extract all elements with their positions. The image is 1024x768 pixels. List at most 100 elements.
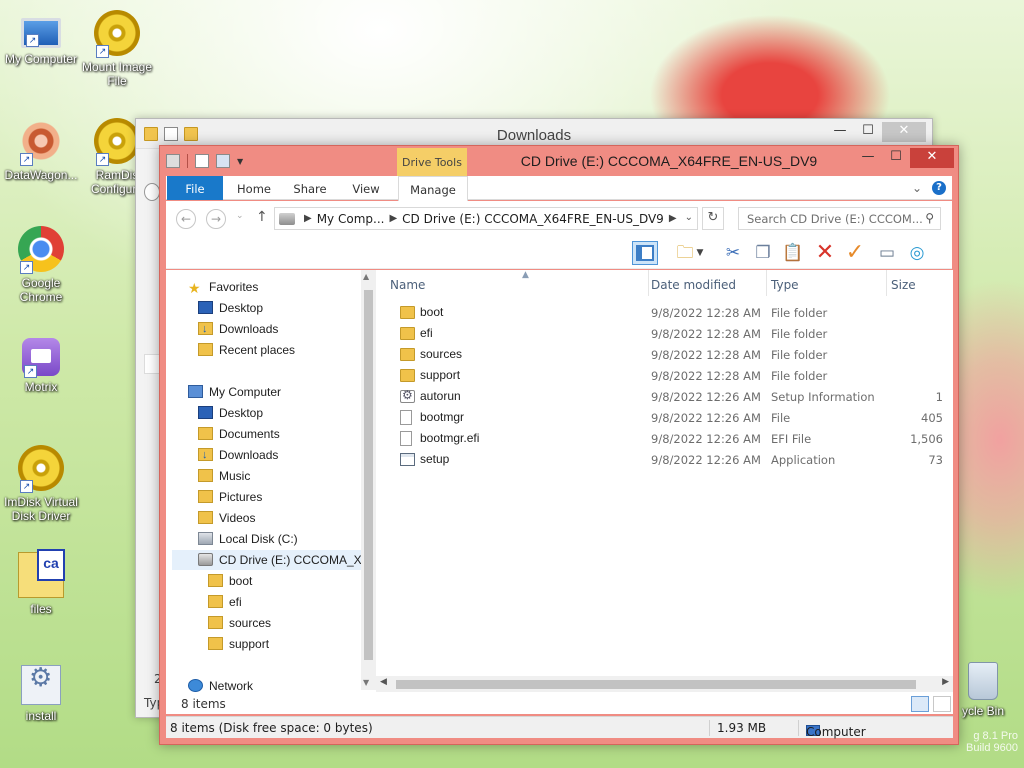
column-divider[interactable] [648, 270, 649, 296]
large-icons-view-button[interactable] [933, 696, 951, 712]
column-header-name[interactable]: Name [390, 278, 425, 296]
nav-downloads[interactable]: Downloads [198, 445, 278, 465]
customize-dropdown-icon[interactable]: ▼ [237, 157, 243, 166]
scroll-down-icon[interactable]: ▼ [363, 678, 369, 687]
desktop-icon-my-computer[interactable]: ↗ My Computer [0, 10, 82, 66]
column-header-size[interactable]: Size [891, 278, 916, 296]
breadcrumb-my-computer[interactable]: My Comp... [317, 212, 385, 226]
desktop-icon-motrix[interactable]: ↗ Motrix [0, 338, 82, 394]
check-button[interactable]: ✓ [842, 241, 868, 265]
nav-music[interactable]: Music [198, 466, 250, 486]
up-button[interactable]: ↑ [256, 209, 268, 225]
delete-button[interactable]: ✕ [812, 241, 838, 265]
nav-fav-downloads[interactable]: Downloads [198, 319, 278, 339]
chevron-right-icon[interactable]: ▶ [389, 213, 397, 224]
nav-fav-desktop[interactable]: Desktop [198, 298, 263, 318]
copy-button[interactable]: ❐ [750, 241, 776, 265]
desktop-icon-install[interactable]: install [0, 665, 82, 723]
column-divider[interactable] [766, 270, 767, 296]
scroll-up-icon[interactable]: ▲ [363, 272, 369, 281]
tab-share[interactable]: Share [286, 176, 334, 200]
nav-cd-sources[interactable]: sources [208, 613, 271, 633]
breadcrumb-cd-drive[interactable]: CD Drive (E:) CCCOMA_X64FRE_EN-US_DV9 [402, 212, 664, 226]
cd-drive-window[interactable]: ▼ Drive Tools CD Drive (E:) CCCOMA_X64FR… [159, 145, 959, 745]
horizontal-scrollbar[interactable]: ◀ ▶ [376, 676, 953, 692]
nav-videos[interactable]: Videos [198, 508, 255, 528]
scrollbar-thumb[interactable] [396, 680, 916, 689]
new-folder-icon[interactable] [216, 154, 230, 168]
address-bar[interactable]: ▶ My Comp... ▶ CD Drive (E:) CCCOMA_X64F… [274, 207, 698, 230]
help-icon[interactable]: ? [932, 181, 946, 195]
desktop-icon-label: install [25, 709, 57, 723]
address-dropdown-icon[interactable]: ⌄ [685, 212, 693, 223]
close-button[interactable]: ✕ [910, 148, 954, 168]
paste-button[interactable]: 📋 [780, 241, 806, 265]
share-button[interactable]: ◎ [904, 241, 930, 265]
desktop-icon-mount-image-file[interactable]: ↗ Mount Image File [76, 10, 158, 88]
computer-icon [188, 385, 203, 398]
column-header-date-modified[interactable]: Date modified [651, 278, 736, 296]
desktop-icon-files[interactable]: files [0, 549, 82, 616]
nav-fav-recent-places[interactable]: Recent places [198, 340, 295, 360]
cut-button[interactable]: ✂ [720, 241, 746, 265]
nav-documents[interactable]: Documents [198, 424, 280, 444]
desktop-icon-datawagon[interactable]: ↗ DataWagon... [0, 118, 82, 182]
minimize-button[interactable]: — [854, 148, 882, 168]
nav-cd-support[interactable]: support [208, 634, 269, 654]
recent-locations-icon[interactable]: ⌄ [236, 211, 244, 221]
desktop-icon-imdisk[interactable]: ↗ ImDisk Virtual Disk Driver [0, 445, 82, 523]
forward-button[interactable]: → [206, 209, 226, 229]
maximize-button[interactable]: ☐ [854, 122, 882, 142]
nav-cd-drive[interactable]: CD Drive (E:) CCCOMA_X64 [172, 550, 375, 570]
nav-desktop[interactable]: Desktop [198, 403, 263, 423]
title-bar[interactable]: ▼ Drive Tools CD Drive (E:) CCCOMA_X64FR… [160, 146, 958, 176]
scrollbar-thumb[interactable] [364, 290, 373, 660]
close-button[interactable]: ✕ [882, 122, 926, 142]
file-row[interactable]: setup 9/8/2022 12:26 AM Application 73 [376, 449, 953, 470]
expand-ribbon-icon[interactable]: ⌄ [912, 181, 922, 195]
rename-button[interactable]: ▭ [874, 241, 900, 265]
scroll-right-icon[interactable]: ▶ [942, 677, 949, 687]
file-row[interactable]: boot 9/8/2022 12:28 AM File folder [376, 302, 953, 323]
nav-pane-scrollbar[interactable]: ▲ ▼ [361, 270, 376, 690]
chevron-right-icon[interactable]: ▶ [669, 213, 677, 224]
search-icon[interactable]: ⚲ [925, 211, 934, 225]
back-button[interactable] [144, 183, 160, 201]
items-bar: 8 items [166, 694, 953, 714]
minimize-button[interactable]: — [826, 122, 854, 142]
tab-manage[interactable]: Manage [398, 176, 468, 201]
column-divider[interactable] [886, 270, 887, 296]
nav-cd-boot[interactable]: boot [208, 571, 252, 591]
file-row[interactable]: efi 9/8/2022 12:28 AM File folder [376, 323, 953, 344]
file-row[interactable]: sources 9/8/2022 12:28 AM File folder [376, 344, 953, 365]
maximize-button[interactable]: ☐ [882, 148, 910, 168]
file-row[interactable]: autorun 9/8/2022 12:26 AM Setup Informat… [376, 386, 953, 407]
file-row[interactable]: bootmgr 9/8/2022 12:26 AM File 405 [376, 407, 953, 428]
drive-icon[interactable] [166, 154, 180, 168]
details-view-button[interactable] [911, 696, 929, 712]
tab-home[interactable]: Home [228, 176, 280, 200]
nav-pictures[interactable]: Pictures [198, 487, 262, 507]
column-header-type[interactable]: Type [771, 278, 799, 296]
properties-dropdown-icon[interactable]: ▼ [694, 241, 706, 265]
file-row[interactable]: bootmgr.efi 9/8/2022 12:26 AM EFI File 1… [376, 428, 953, 449]
refresh-button[interactable]: ↻ [702, 207, 724, 230]
file-row[interactable]: support 9/8/2022 12:28 AM File folder [376, 365, 953, 386]
file-type: File [771, 411, 791, 425]
nav-cd-efi[interactable]: efi [208, 592, 242, 612]
navigation-pane-button[interactable] [632, 241, 658, 265]
properties-icon[interactable] [195, 154, 209, 168]
nav-favorites[interactable]: ★ Favorites [188, 277, 258, 297]
chevron-right-icon[interactable]: ▶ [304, 213, 312, 224]
nav-my-computer[interactable]: My Computer [188, 382, 281, 402]
tab-view[interactable]: View [342, 176, 390, 200]
nav-local-disk[interactable]: Local Disk (C:) [198, 529, 298, 549]
nav-network[interactable]: Network [188, 676, 253, 694]
nav-label: Local Disk (C:) [219, 532, 298, 546]
back-button[interactable]: ← [176, 209, 196, 229]
local-disk-icon [198, 532, 213, 545]
scroll-left-icon[interactable]: ◀ [380, 677, 387, 687]
search-input[interactable]: Search CD Drive (E:) CCCOM... ⚲ [738, 207, 941, 230]
desktop-icon-google-chrome[interactable]: ↗ Google Chrome [0, 226, 82, 304]
tab-file[interactable]: File [167, 176, 223, 200]
